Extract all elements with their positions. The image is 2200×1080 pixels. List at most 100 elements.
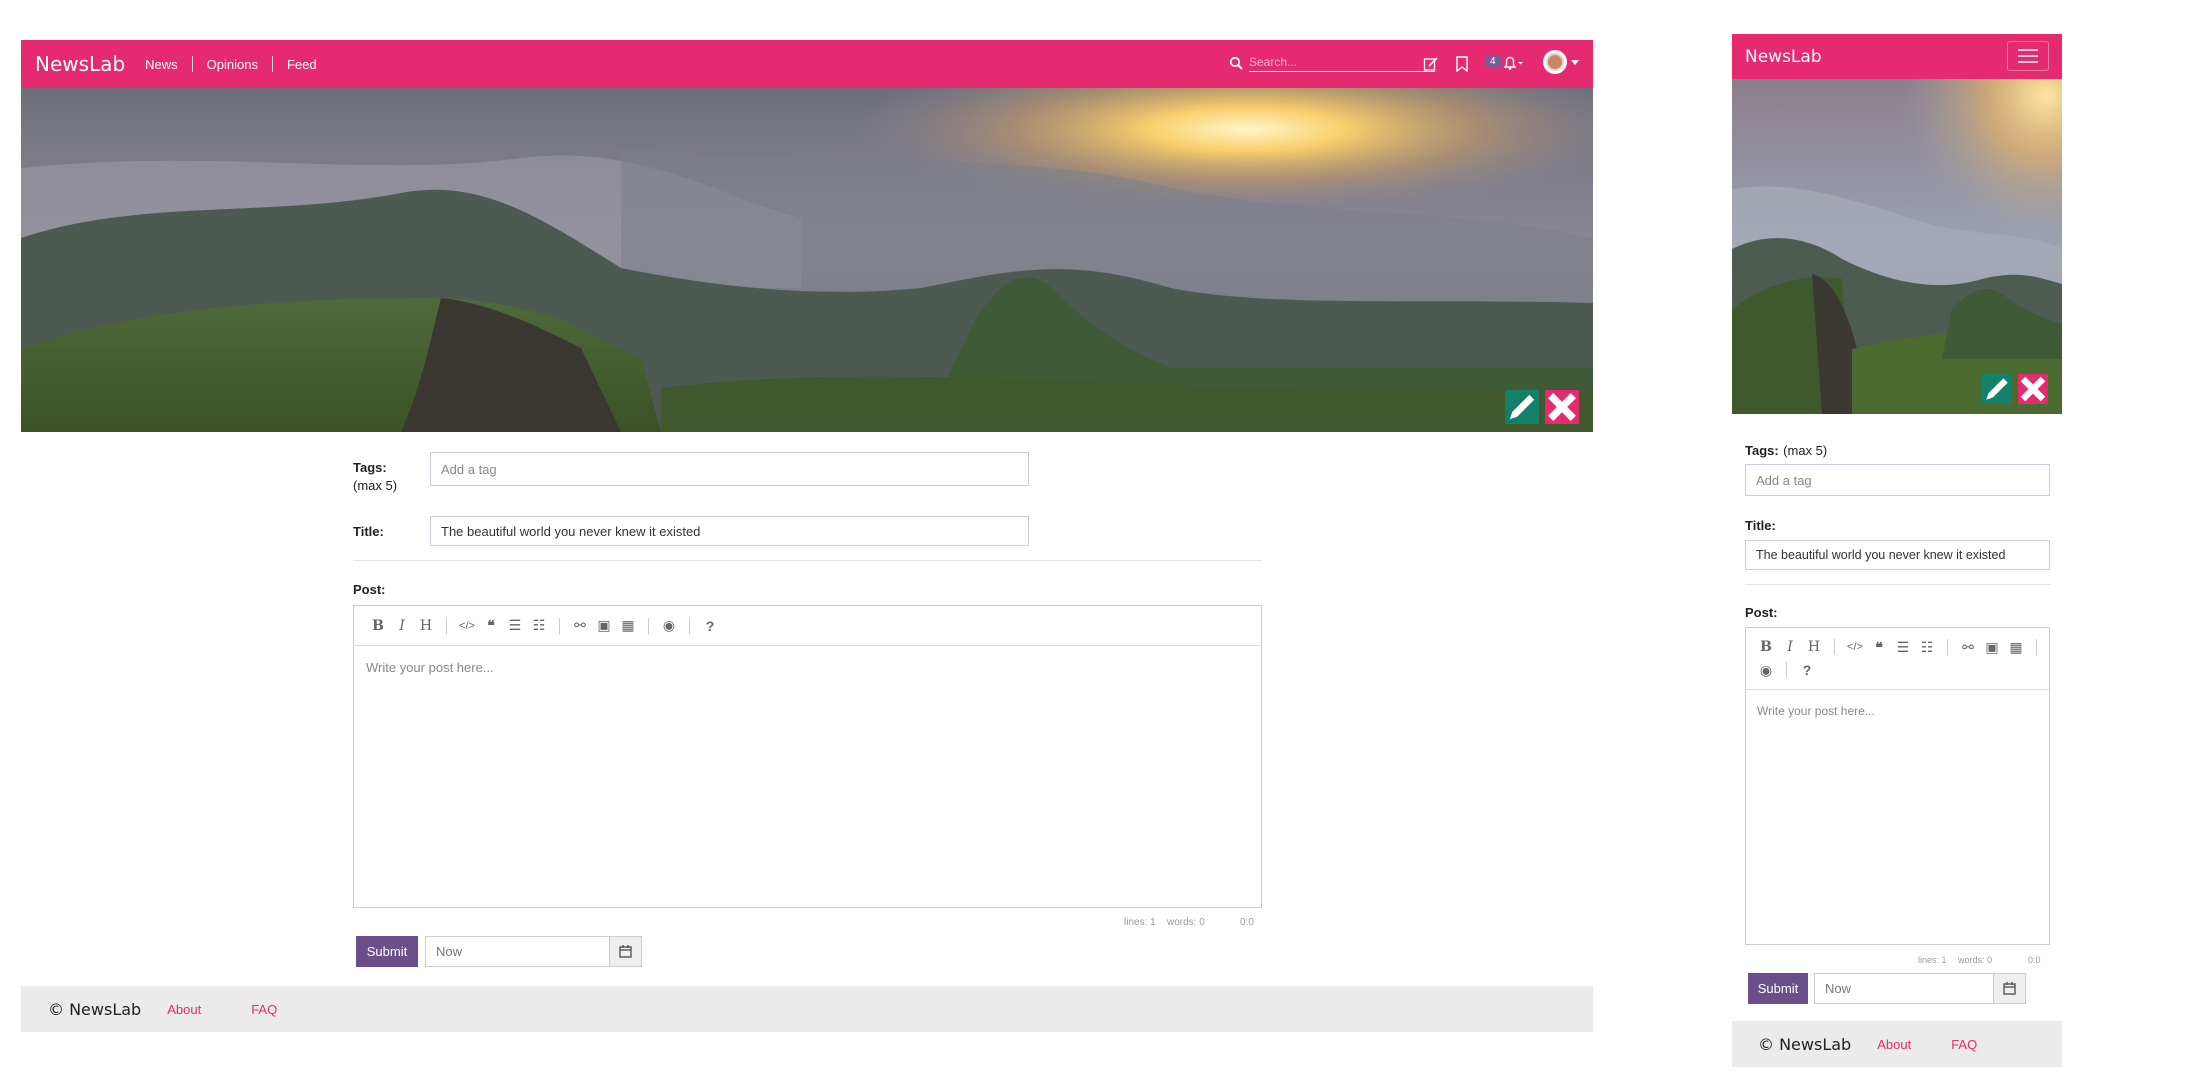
preview-icon[interactable]: ◉ (657, 617, 681, 634)
edit-cover-button[interactable] (1505, 390, 1539, 424)
desktop-footer: © NewsLab About FAQ (21, 986, 1593, 1032)
remove-cover-button[interactable] (1545, 390, 1579, 424)
italic-icon[interactable]: I (390, 618, 414, 634)
mobile-tags-label-row: Tags: (max 5) (1745, 442, 1827, 460)
mobile-tags-input[interactable]: Add a tag (1745, 464, 2050, 496)
cover-image (21, 88, 1593, 432)
mobile-remove-cover-button[interactable] (2018, 374, 2048, 404)
bold-icon[interactable]: B (366, 618, 390, 634)
status-cursor: 0:0 (1240, 917, 1254, 928)
mobile-edit-cover-button[interactable] (1982, 374, 2012, 404)
brand-logo[interactable]: NewsLab (35, 52, 125, 76)
nav-link-news[interactable]: News (145, 57, 178, 72)
chevron-down-icon[interactable] (1571, 60, 1579, 66)
heading-icon[interactable]: H (1802, 639, 1826, 655)
mobile-divider (1745, 584, 2050, 585)
post-label: Post: (353, 582, 386, 597)
tags-input[interactable]: Add a tag (430, 452, 1029, 486)
tags-max-hint: (max 5) (353, 478, 398, 493)
search-icon[interactable] (1229, 56, 1243, 70)
bookmark-icon[interactable] (1455, 56, 1469, 72)
mobile-tags-label: Tags: (1745, 443, 1779, 458)
mobile-footer-link-about[interactable]: About (1877, 1037, 1911, 1052)
footer-link-faq[interactable]: FAQ (251, 1002, 277, 1017)
toolbar-separator (1947, 639, 1948, 655)
image-icon[interactable]: ▣ (1980, 639, 2004, 656)
cover-actions (1505, 390, 1579, 424)
mobile-status-cursor: 0:0 (2028, 955, 2041, 965)
mobile-status-lines: lines: 1 (1918, 955, 1947, 965)
notification-count-badge: 4 (1485, 55, 1501, 68)
bullet-list-icon[interactable]: ☰ (1891, 639, 1915, 656)
calendar-icon (2003, 982, 2016, 995)
hamburger-icon (2018, 49, 2038, 63)
numbered-list-icon[interactable]: ☷ (1915, 639, 1939, 656)
link-icon[interactable]: ⚯ (1956, 639, 1980, 656)
desktop-navbar: NewsLab News Opinions Feed Search... 4 (21, 40, 1593, 88)
edit-icon[interactable] (1423, 56, 1439, 72)
mobile-navbar: NewsLab (1732, 34, 2062, 79)
landscape-illustration (21, 88, 1593, 432)
toolbar-separator (648, 617, 649, 634)
bold-icon[interactable]: B (1754, 639, 1778, 655)
italic-icon[interactable]: I (1778, 639, 1802, 655)
mobile-title-label: Title: (1745, 518, 1776, 533)
pencil-icon (1986, 378, 2008, 400)
footer-link-about[interactable]: About (167, 1002, 201, 1017)
title-input[interactable]: The beautiful world you never knew it ex… (430, 516, 1029, 546)
help-icon[interactable]: ? (1795, 662, 1819, 678)
mobile-footer-link-faq[interactable]: FAQ (1951, 1037, 1977, 1052)
numbered-list-icon[interactable]: ☷ (527, 617, 551, 634)
pencil-icon (1509, 394, 1535, 420)
submit-button[interactable]: Submit (356, 936, 418, 967)
status-lines: lines: 1 (1124, 917, 1156, 928)
toolbar-separator (446, 617, 447, 634)
calendar-icon (619, 945, 632, 958)
preview-icon[interactable]: ◉ (1754, 662, 1778, 679)
editor-toolbar: B I H </> ❝ ☰ ☷ ⚯ ▣ ▦ ◉ ? (354, 606, 1261, 646)
search-box: Search... (1229, 52, 1435, 74)
title-label: Title: (353, 524, 384, 539)
post-editor: B I H </> ❝ ☰ ☷ ⚯ ▣ ▦ ◉ ? Write your pos… (353, 605, 1262, 908)
status-words: words: 0 (1167, 917, 1205, 928)
code-icon[interactable]: </> (455, 620, 479, 632)
mobile-post-editor: B I H </> ❝ ☰ ☷ ⚯ ▣ ▦ ◉ ? Write your pos… (1745, 627, 2050, 945)
nav-link-opinions[interactable]: Opinions (207, 57, 258, 72)
toolbar-separator (2036, 639, 2037, 655)
mobile-editor-toolbar: B I H </> ❝ ☰ ☷ ⚯ ▣ ▦ ◉ ? (1746, 628, 2049, 690)
toolbar-separator (559, 617, 560, 634)
table-icon[interactable]: ▦ (616, 617, 640, 634)
mobile-submit-button[interactable]: Submit (1748, 973, 1808, 1004)
nav-divider (191, 56, 193, 72)
heading-icon[interactable]: H (414, 618, 438, 634)
code-icon[interactable]: </> (1843, 641, 1867, 653)
calendar-button[interactable] (609, 936, 642, 967)
nav-link-feed[interactable]: Feed (287, 57, 317, 72)
image-icon[interactable]: ▣ (592, 617, 616, 634)
mobile-landscape-illustration (1732, 79, 2062, 414)
mobile-post-textarea[interactable]: Write your post here... (1757, 704, 1875, 718)
mobile-status-words: words: 0 (1958, 955, 1993, 965)
footer-copyright: © NewsLab (48, 999, 142, 1019)
bell-icon[interactable] (1502, 55, 1524, 71)
bullet-list-icon[interactable]: ☰ (503, 617, 527, 634)
help-icon[interactable]: ? (698, 618, 722, 634)
quote-icon[interactable]: ❝ (479, 617, 503, 634)
hamburger-button[interactable] (2007, 41, 2049, 71)
mobile-footer-copyright: © NewsLab (1758, 1034, 1852, 1054)
mobile-cover-image (1732, 79, 2062, 414)
publish-date-input[interactable]: Now (425, 936, 610, 967)
search-input[interactable]: Search... (1249, 55, 1435, 72)
mobile-publish-date-input[interactable]: Now (1814, 973, 1994, 1004)
mobile-footer: © NewsLab About FAQ (1732, 1021, 2062, 1067)
mobile-title-input[interactable]: The beautiful world you never knew it ex… (1745, 540, 2050, 570)
table-icon[interactable]: ▦ (2004, 639, 2028, 656)
avatar[interactable] (1543, 50, 1567, 74)
link-icon[interactable]: ⚯ (568, 617, 592, 634)
mobile-tags-max-hint: (max 5) (1783, 443, 1828, 458)
mobile-calendar-button[interactable] (1993, 973, 2026, 1004)
mobile-brand-logo[interactable]: NewsLab (1745, 47, 1822, 67)
close-icon (1548, 393, 1576, 421)
quote-icon[interactable]: ❝ (1867, 639, 1891, 656)
post-textarea[interactable]: Write your post here... (366, 660, 494, 675)
